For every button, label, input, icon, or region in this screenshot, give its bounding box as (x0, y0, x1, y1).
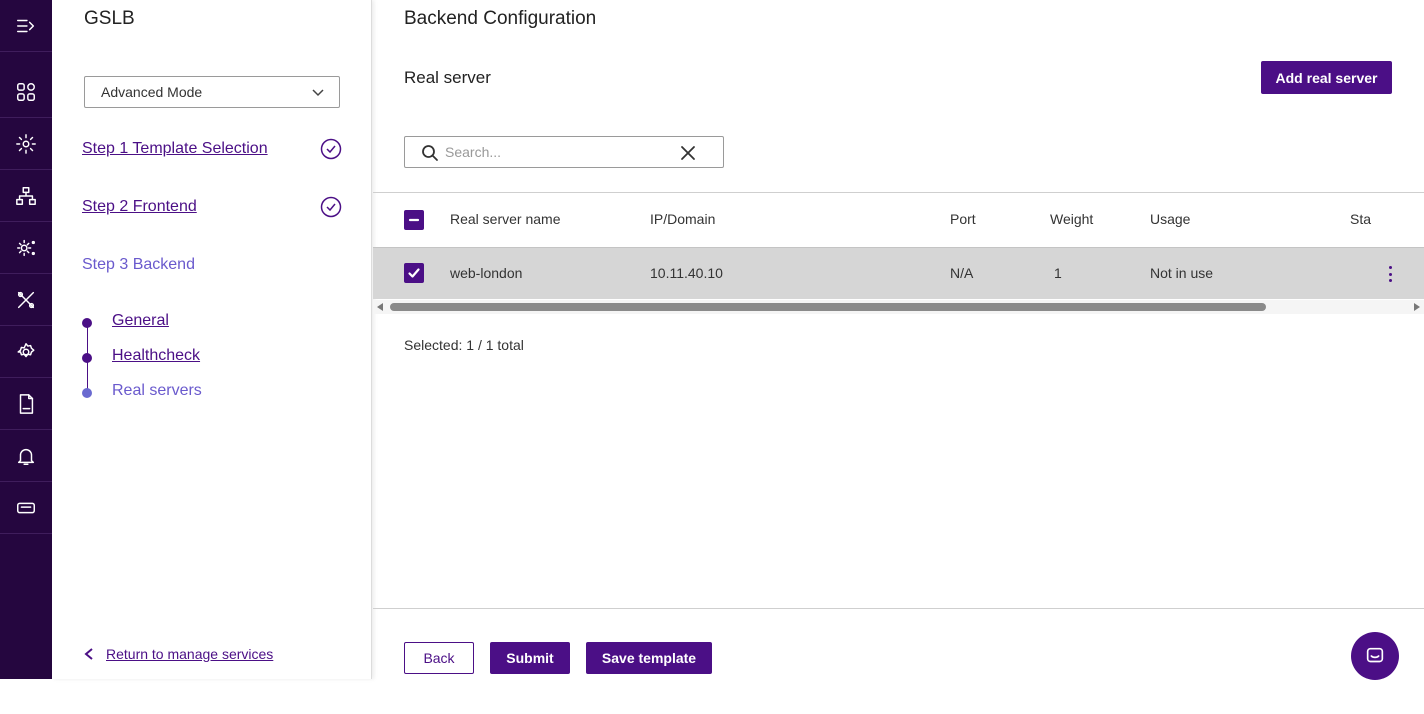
minus-icon (408, 218, 420, 222)
column-header-port[interactable]: Port (950, 211, 976, 227)
selection-summary: Selected: 1 / 1 total (404, 337, 524, 353)
cell-name: web-london (450, 265, 523, 281)
icon-rail (0, 0, 52, 697)
tools-icon (17, 291, 35, 308)
substep-label[interactable]: Healthcheck (112, 347, 200, 365)
bell-icon (17, 448, 35, 465)
footer-divider (373, 608, 1424, 609)
return-link-label: Return to manage services (106, 646, 274, 662)
expand-menu-button[interactable] (0, 0, 52, 52)
column-header-usage[interactable]: Usage (1150, 211, 1190, 227)
chevron-left-icon (84, 648, 93, 660)
ticket-icon (17, 502, 35, 513)
rail-settings[interactable] (0, 326, 52, 378)
chat-button[interactable] (1351, 632, 1399, 680)
cell-ip: 10.11.40.10 (650, 265, 723, 281)
submit-button[interactable]: Submit (490, 642, 570, 674)
table-header: Real server name IP/Domain Port Weight U… (373, 193, 1424, 247)
expand-menu-icon (17, 19, 35, 32)
dashboard-icon (17, 82, 35, 101)
search-icon (421, 144, 439, 162)
settings-cluster-icon (17, 239, 35, 256)
scrollbar-thumb[interactable] (390, 303, 1266, 311)
row-actions-kebab-icon[interactable] (1383, 264, 1397, 284)
cell-weight: 1 (1054, 265, 1062, 281)
column-header-weight[interactable]: Weight (1050, 211, 1093, 227)
substep-label[interactable]: General (112, 312, 169, 330)
rail-cluster-settings[interactable] (0, 222, 52, 274)
rail-logs[interactable] (0, 378, 52, 430)
services-gear-icon (16, 133, 36, 154)
step-1-link[interactable]: Step 1 Template Selection (82, 140, 268, 158)
rail-network[interactable] (0, 170, 52, 222)
log-file-icon (19, 393, 34, 414)
substep-dot (82, 353, 92, 363)
rail-tools[interactable] (0, 274, 52, 326)
column-header-ip[interactable]: IP/Domain (650, 211, 715, 227)
network-topology-icon (16, 186, 36, 205)
horizontal-scrollbar[interactable] (373, 300, 1424, 314)
table-row[interactable]: web-london 10.11.40.10 N/A 1 Not in use (373, 247, 1424, 299)
substep-general[interactable]: General (82, 312, 282, 332)
column-header-status[interactable]: Sta (1350, 211, 1371, 227)
clear-search-icon[interactable] (679, 144, 697, 162)
substep-label: Real servers (112, 382, 202, 399)
chat-icon (1366, 647, 1384, 663)
check-circle-icon (320, 138, 342, 160)
step-2-link[interactable]: Step 2 Frontend (82, 198, 197, 216)
column-header-name[interactable]: Real server name (450, 211, 561, 227)
info-icon (17, 679, 35, 697)
check-circle-icon (320, 196, 342, 218)
mode-select-value: Advanced Mode (101, 84, 203, 100)
page-title: Backend Configuration (404, 8, 597, 29)
row-checkbox[interactable] (404, 263, 424, 283)
main-content: Backend Configuration Real server Add re… (373, 0, 1424, 680)
return-to-services-link[interactable]: Return to manage services (82, 646, 273, 662)
step-3-current: Step 3 Backend (82, 256, 195, 273)
substep-healthcheck[interactable]: Healthcheck (82, 347, 282, 367)
wizard-steps-panel: GSLB Advanced Mode Step 1 Template Selec… (52, 0, 372, 679)
panel-title: GSLB (84, 8, 135, 29)
settings-icon (17, 342, 35, 357)
search-box (404, 136, 724, 168)
rail-notifications[interactable] (0, 430, 52, 482)
scroll-left-arrow-icon[interactable] (377, 303, 383, 311)
cell-usage: Not in use (1150, 265, 1214, 281)
search-input[interactable] (445, 141, 665, 163)
chevron-down-icon (311, 85, 325, 99)
select-all-checkbox[interactable] (404, 210, 424, 230)
rail-services[interactable] (0, 118, 52, 170)
substep-dot (82, 388, 92, 398)
cell-port: N/A (950, 265, 974, 281)
section-title: Real server (404, 68, 491, 87)
check-icon (408, 268, 420, 278)
rail-tickets[interactable] (0, 482, 52, 534)
save-template-button[interactable]: Save template (586, 642, 712, 674)
back-button[interactable]: Back (404, 642, 474, 674)
substep-dot (82, 318, 92, 328)
add-real-server-button[interactable]: Add real server (1261, 61, 1392, 94)
substep-real-servers: Real servers (82, 382, 282, 402)
mode-select[interactable]: Advanced Mode (84, 76, 340, 108)
rail-info[interactable] (0, 662, 52, 714)
scroll-right-arrow-icon[interactable] (1414, 303, 1420, 311)
rail-dashboard[interactable] (0, 66, 52, 118)
